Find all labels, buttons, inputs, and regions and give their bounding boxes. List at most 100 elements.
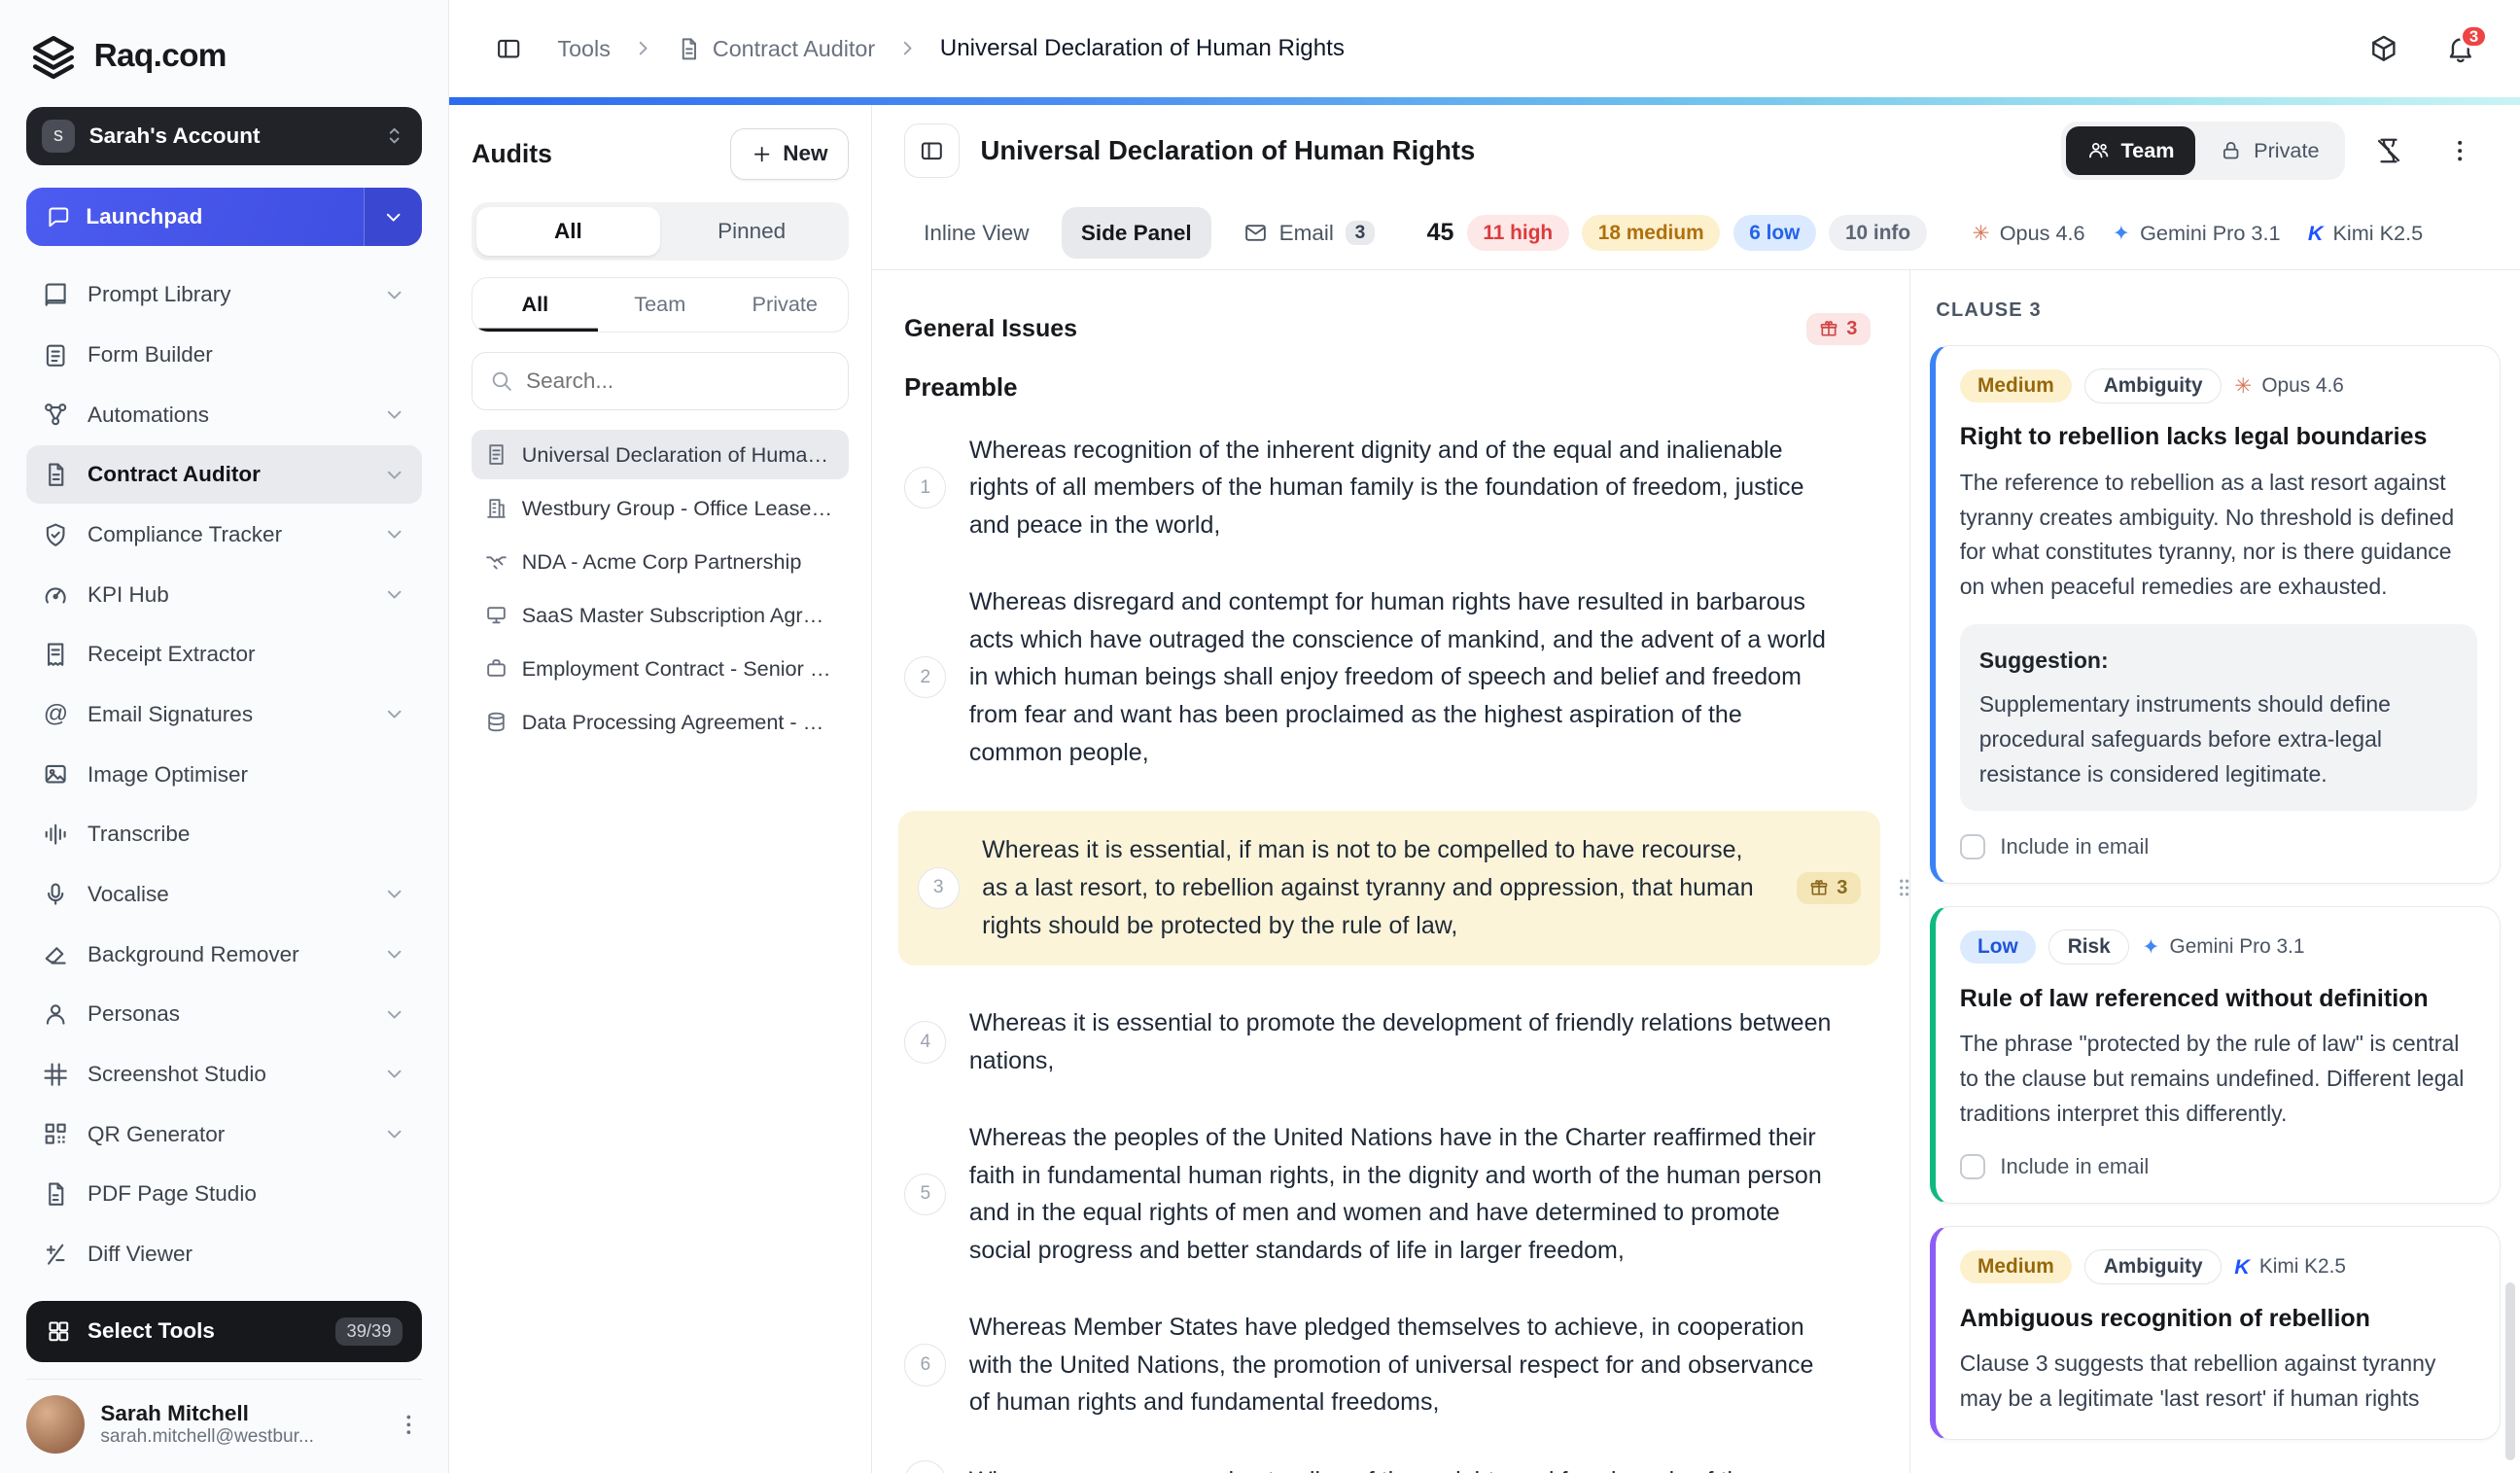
model-chip-gemini: ✦ Gemini Pro 3.1 [2142,934,2304,960]
launchpad-caret[interactable] [364,188,423,247]
sidebar-item-transcribe[interactable]: Transcribe [26,805,422,863]
sidebar-item-qr-generator[interactable]: QR Generator [26,1105,422,1164]
audit-list-item[interactable]: Universal Declaration of Human R... [472,429,849,480]
filter-all-button[interactable]: All [476,207,660,257]
paragraph-text: Whereas the peoples of the United Nation… [968,1123,1822,1264]
scrollbar-thumb[interactable] [2505,1281,2516,1460]
finding-card[interactable]: Low Risk ✦ Gemini Pro 3.1 Rule of law re… [1929,905,2502,1204]
model-chip-kimi[interactable]: K Kimi K2.5 [2308,221,2423,246]
sidebar-item-receipt-extractor[interactable]: Receipt Extractor [26,625,422,684]
tab-side-panel[interactable]: Side Panel [1061,206,1211,260]
include-in-email-checkbox[interactable] [1959,1153,1986,1180]
sidebar-item-screenshot-studio[interactable]: Screenshot Studio [26,1045,422,1104]
finding-card[interactable]: Medium Ambiguity ✳ Opus 4.6 Right to reb… [1929,344,2502,884]
launchpad-main[interactable]: Launchpad [25,188,365,247]
section-row: General Issues 3 [904,312,1871,345]
tab-inline-view[interactable]: Inline View [904,207,1048,259]
app-window: Raq.com s Sarah's Account Launchpad Prom… [0,0,2520,1473]
high-severity-filter[interactable]: 11 high [1466,214,1569,252]
drag-handle[interactable] [1893,873,1909,902]
subsection-title: Preamble [904,373,1018,402]
receipt-icon [42,641,69,668]
section-findings-badge[interactable]: 3 [1805,312,1871,345]
scope-tab-private[interactable]: Private [722,278,847,332]
gauge-icon [42,580,69,608]
notifications-button[interactable]: 3 [2432,21,2488,77]
integrations-button[interactable] [2357,21,2412,77]
form-icon [42,341,69,368]
kebab-menu-icon[interactable] [396,1412,422,1438]
info-severity-filter[interactable]: 10 info [1829,214,1927,252]
sidebar-item-compliance-tracker[interactable]: Compliance Tracker [26,506,422,564]
chevron-down-icon [383,523,405,545]
content-area: Universal Declaration of Human Rights Te… [871,105,2520,1473]
sidebar-item-background-remover[interactable]: Background Remover [26,926,422,984]
model-chip-opus[interactable]: ✳ Opus 4.6 [1973,221,2085,246]
sidebar-item-diff-viewer[interactable]: Diff Viewer [26,1225,422,1283]
badge-row: Low Risk ✦ Gemini Pro 3.1 [1959,929,2477,965]
audit-list-item[interactable]: NDA - Acme Corp Partnership [472,537,848,587]
visibility-team-button[interactable]: Team [2065,126,2196,176]
sidebar-item-contract-auditor[interactable]: Contract Auditor [25,445,423,505]
section-title: General Issues [904,314,1078,342]
scroll-icon [484,442,508,467]
sidebar-item-label: Receipt Extractor [87,642,256,667]
user-info: Sarah Mitchell sarah.mitchell@westbur... [100,1401,379,1448]
paragraph-text: Whereas recognition of the inherent dign… [968,436,1804,540]
sidebar-item-vocalise[interactable]: Vocalise [26,865,422,924]
sidebar-item-automations[interactable]: Automations [26,386,422,444]
sidebar-item-pdf-page-studio[interactable]: PDF Page Studio [26,1165,422,1223]
suggestion-box: Suggestion: Supplementary instruments sh… [1959,623,2477,812]
breadcrumb-contract-auditor[interactable]: Contract Auditor [676,36,875,62]
sidebar-item-prompt-library[interactable]: Prompt Library [26,265,422,324]
sidebar-item-label: Vocalise [87,881,169,906]
email-label: Email [1278,220,1334,245]
clause-findings-badge[interactable]: 3 [1796,871,1861,904]
sidebar-item-kpi-hub[interactable]: KPI Hub [26,566,422,624]
brand-logo[interactable]: Raq.com [29,32,419,81]
tab-email[interactable]: Email 3 [1224,207,1394,259]
select-tools-button[interactable]: Select Tools 39/39 [25,1300,423,1362]
user-card[interactable]: Sarah Mitchell sarah.mitchell@westbur... [25,1378,423,1455]
sidebar-item-email-signatures[interactable]: @ Email Signatures [26,685,422,744]
panel-collapse-icon [919,138,945,164]
scope-tab-all[interactable]: All [472,278,597,332]
paragraph-number: 3 [917,866,960,910]
document-split: General Issues 3 Preamble 1 Whereas reco… [872,270,2520,1473]
finding-heading: Right to rebellion lacks legal boundarie… [1959,423,2428,451]
sidebar-item-personas[interactable]: Personas [26,985,422,1043]
sidebar-item-image-optimiser[interactable]: Image Optimiser [26,746,422,804]
account-switcher[interactable]: s Sarah's Account [25,107,423,165]
medium-severity-filter[interactable]: 18 medium [1582,214,1721,252]
paragraph-number: 6 [904,1344,947,1386]
disable-timer-button[interactable] [2362,123,2417,179]
audit-list-item[interactable]: Employment Contract - Senior De... [472,644,848,694]
avatar [25,1395,85,1455]
inline-view-label: Inline View [924,220,1030,245]
audit-list-item[interactable]: SaaS Master Subscription Agree... [472,590,848,641]
audit-list-item[interactable]: Westbury Group - Office Lease R... [472,483,848,534]
model-chip-gemini[interactable]: ✦ Gemini Pro 3.1 [2113,221,2281,246]
suggestion-label: Suggestion: [1978,647,2109,673]
sidebar-toggle-button[interactable] [481,21,537,77]
low-severity-filter[interactable]: 6 low [1732,214,1816,252]
sidebar-item-label: Transcribe [87,822,191,847]
highlighted-clause[interactable]: 3 Whereas it is essential, if man is not… [897,810,1880,966]
breadcrumb-tools-label: Tools [557,35,611,61]
breadcrumb-tools[interactable]: Tools [557,36,610,62]
accent-progress-bar [448,97,2520,106]
launchpad-button[interactable]: Launchpad [25,188,423,247]
search-input[interactable] [526,368,831,394]
filter-pinned-button[interactable]: Pinned [660,207,844,256]
scope-tab-team[interactable]: Team [598,278,722,332]
more-options-button[interactable] [2432,123,2488,179]
kimi-icon: K [2234,1254,2250,1280]
sidebar-item-form-builder[interactable]: Form Builder [26,326,422,384]
collapse-panel-button[interactable] [904,123,960,179]
new-audit-button[interactable]: New [729,127,849,181]
audit-list-item[interactable]: Data Processing Agreement - GD... [472,697,848,748]
include-in-email-checkbox[interactable] [1959,833,1986,860]
visibility-private-button[interactable]: Private [2198,126,2340,175]
cube-icon [2368,33,2399,64]
finding-card[interactable]: Medium Ambiguity K Kimi K2.5 Ambiguous r… [1929,1226,2502,1441]
